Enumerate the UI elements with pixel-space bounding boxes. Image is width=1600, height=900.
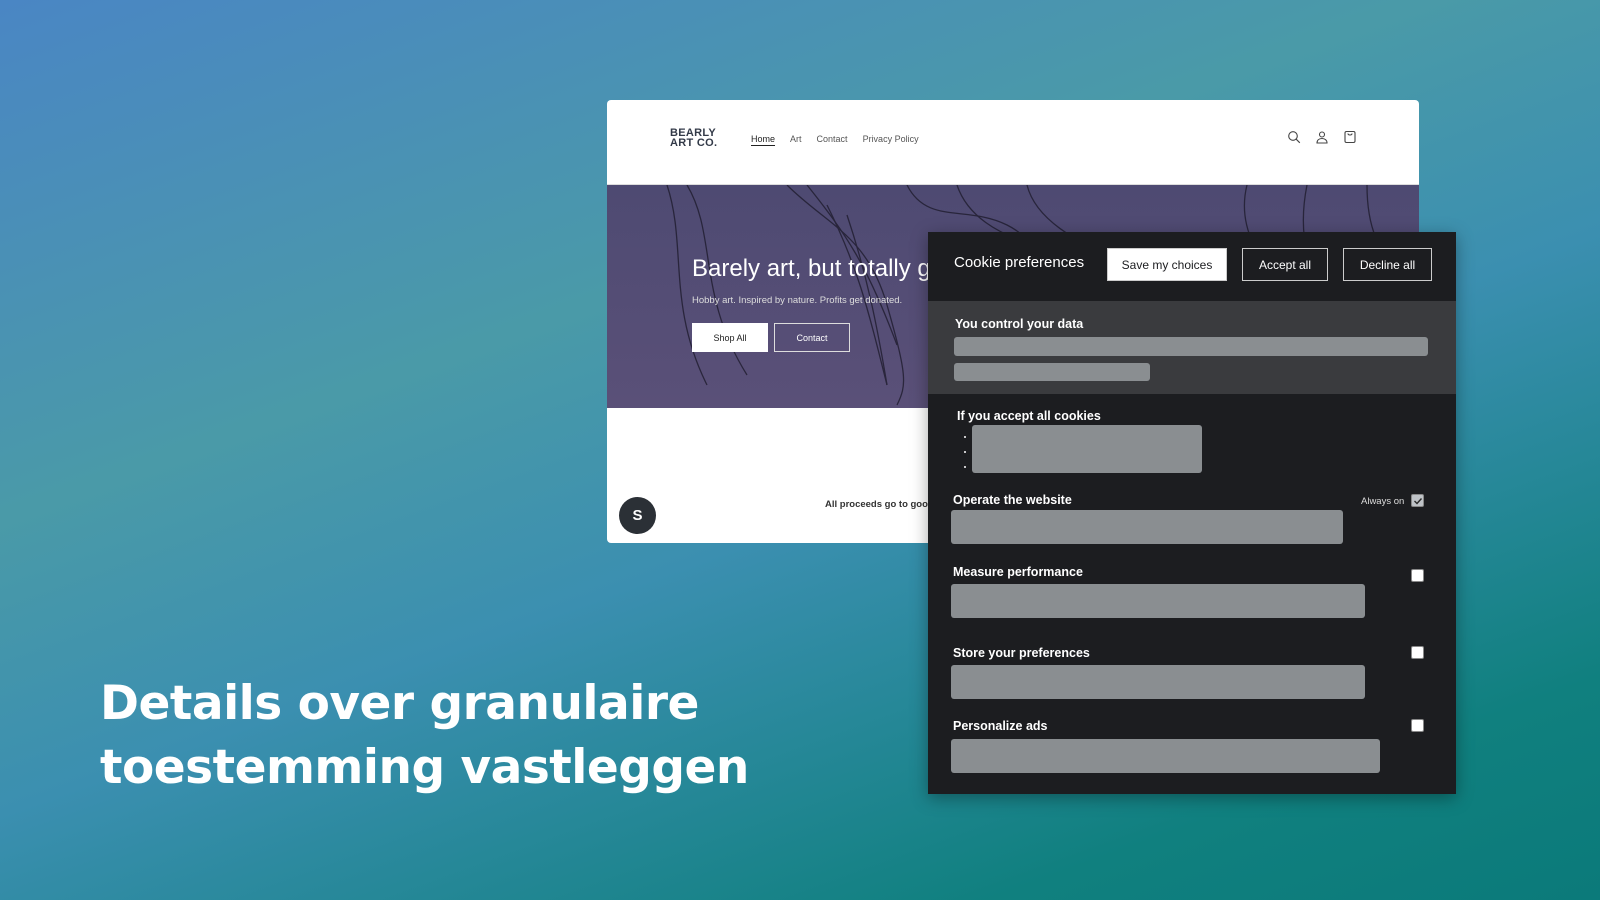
redacted-text bbox=[951, 739, 1380, 773]
nav-art[interactable]: Art bbox=[790, 134, 802, 144]
accept-all-button[interactable]: Accept all bbox=[1242, 248, 1328, 281]
decline-all-button[interactable]: Decline all bbox=[1343, 248, 1432, 281]
accept-all-heading: If you accept all cookies bbox=[957, 409, 1101, 423]
save-my-choices-button[interactable]: Save my choices bbox=[1107, 248, 1227, 281]
control-data-section: You control your data bbox=[928, 301, 1456, 394]
category-preferences-label: Store your preferences bbox=[953, 646, 1090, 660]
redacted-list bbox=[972, 425, 1202, 473]
headline-line-2: toestemming vastleggen bbox=[100, 740, 749, 795]
category-ads-label: Personalize ads bbox=[953, 719, 1048, 733]
bullet bbox=[964, 436, 966, 438]
dialog-title: Cookie preferences bbox=[954, 254, 1085, 271]
store-preferences-checkbox[interactable] bbox=[1411, 646, 1424, 659]
always-on-label: Always on bbox=[1361, 496, 1405, 507]
redacted-text bbox=[951, 510, 1343, 544]
redacted-text bbox=[951, 584, 1365, 618]
logo-line-2: ART CO. bbox=[670, 137, 718, 149]
category-operate-label: Operate the website bbox=[953, 493, 1072, 507]
search-icon[interactable] bbox=[1287, 130, 1301, 144]
bullet bbox=[964, 466, 966, 468]
redacted-text bbox=[954, 337, 1428, 356]
nav-privacy-policy[interactable]: Privacy Policy bbox=[863, 134, 919, 144]
checkmark-icon bbox=[1413, 497, 1422, 505]
account-icon[interactable] bbox=[1315, 130, 1329, 144]
shop-all-button[interactable]: Shop All bbox=[692, 323, 768, 352]
hero-subtitle: Hobby art. Inspired by nature. Profits g… bbox=[692, 295, 903, 306]
nav-contact[interactable]: Contact bbox=[817, 134, 848, 144]
operate-checkbox bbox=[1411, 494, 1424, 507]
hero-title: Barely art, but totally g bbox=[692, 255, 931, 282]
headline-line-1: Details over granulaire bbox=[100, 676, 699, 731]
cart-icon[interactable] bbox=[1343, 130, 1357, 144]
site-header: BEARLY ART CO. Home Art Contact Privacy … bbox=[607, 100, 1419, 185]
bullet bbox=[964, 451, 966, 453]
marketing-headline: Details over granulaire toestemming vast… bbox=[100, 672, 749, 800]
category-measure-label: Measure performance bbox=[953, 565, 1083, 579]
nav-home[interactable]: Home bbox=[751, 134, 775, 144]
main-nav: Home Art Contact Privacy Policy bbox=[751, 134, 919, 144]
store-logo[interactable]: BEARLY ART CO. bbox=[670, 128, 718, 149]
hero-contact-button[interactable]: Contact bbox=[774, 323, 850, 352]
proceeds-text: All proceeds go to goo bbox=[825, 499, 928, 510]
redacted-text bbox=[951, 665, 1365, 699]
measure-performance-checkbox[interactable] bbox=[1411, 569, 1424, 582]
redacted-text bbox=[954, 363, 1150, 381]
cookie-preferences-dialog: Cookie preferences Save my choices Accep… bbox=[928, 232, 1456, 794]
personalize-ads-checkbox[interactable] bbox=[1411, 719, 1424, 732]
shopify-bag-icon[interactable]: S bbox=[619, 497, 656, 534]
control-data-heading: You control your data bbox=[955, 317, 1084, 331]
